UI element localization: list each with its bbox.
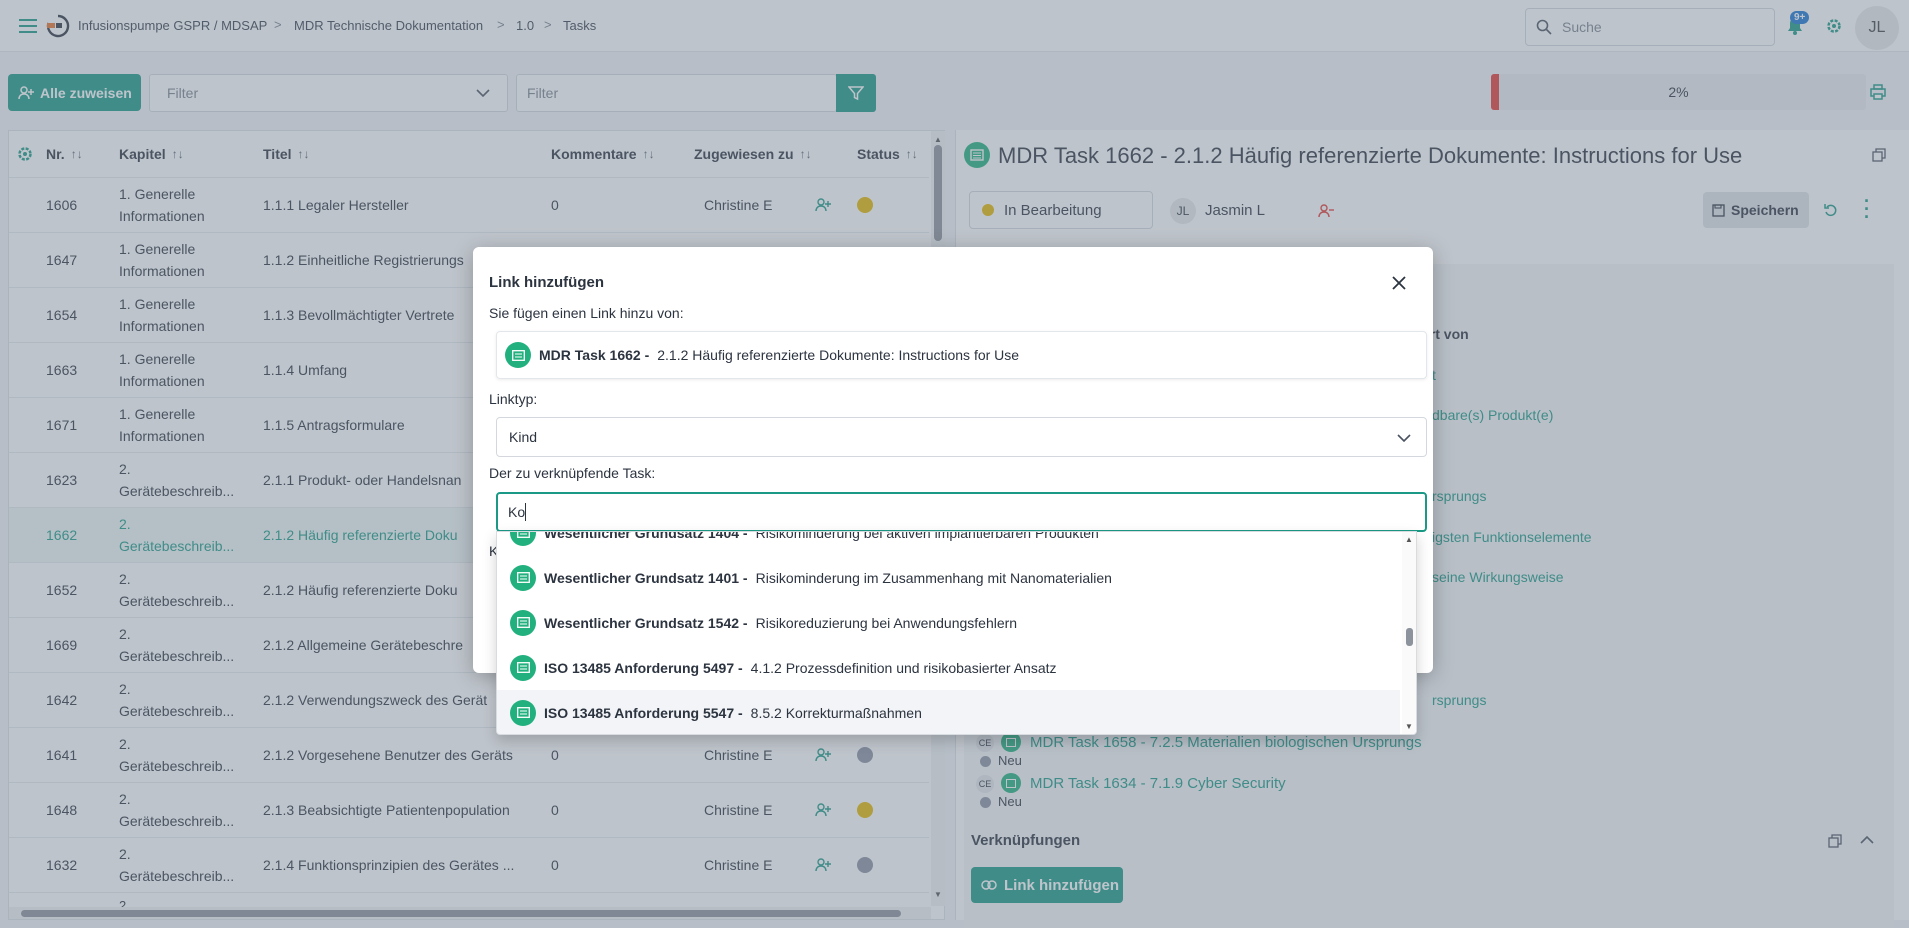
linktype-value: Kind bbox=[509, 429, 538, 445]
task-list-icon bbox=[510, 654, 536, 681]
autocomplete-option[interactable]: ISO 13485 Anforderung 5547 - 8.5.2 Korre… bbox=[497, 690, 1400, 734]
autocomplete-option[interactable]: Wesentlicher Grundsatz 1542 - Risikoredu… bbox=[497, 600, 1400, 645]
option-title: Risikoreduzierung bei Anwendungsfehlern bbox=[755, 614, 1018, 631]
autocomplete-option[interactable]: ISO 13485 Anforderung 5497 - 4.1.2 Proze… bbox=[497, 645, 1400, 690]
from-label: Sie fügen einen Link hinzu von: bbox=[489, 305, 684, 321]
option-id: ISO 13485 Anforderung 5547 - bbox=[544, 704, 743, 721]
autocomplete-option[interactable]: Wesentlicher Grundsatz 1404 - Risikomind… bbox=[497, 531, 1400, 555]
task-field-label: Der zu verknüpfende Task: bbox=[489, 465, 656, 481]
task-list-icon bbox=[510, 699, 536, 726]
option-id: ISO 13485 Anforderung 5497 - bbox=[544, 659, 743, 676]
option-id: Wesentlicher Grundsatz 1401 - bbox=[544, 569, 748, 586]
scrollbar-thumb[interactable] bbox=[1406, 628, 1413, 646]
close-icon[interactable] bbox=[1390, 274, 1408, 292]
task-list-icon bbox=[510, 609, 536, 636]
dropdown-scrollbar[interactable]: ▲ ▼ bbox=[1402, 532, 1416, 734]
option-id: Wesentlicher Grundsatz 1542 - bbox=[544, 614, 748, 631]
linktype-label: Linktyp: bbox=[489, 391, 538, 407]
option-title: Risikominderung bei aktiven implantierba… bbox=[755, 531, 1099, 541]
task-autocomplete-list: Wesentlicher Grundsatz 1404 - Risikomind… bbox=[496, 531, 1417, 735]
linktype-select[interactable]: Kind bbox=[496, 417, 1427, 457]
chevron-down-icon bbox=[1397, 434, 1411, 442]
option-title: Risikominderung im Zusammenhang mit Nano… bbox=[755, 569, 1112, 586]
task-search-value: Ko bbox=[508, 504, 526, 520]
source-task-id: MDR Task 1662 - bbox=[539, 347, 650, 363]
autocomplete-option[interactable]: Wesentlicher Grundsatz 1401 - Risikomind… bbox=[497, 555, 1400, 600]
option-title: 4.1.2 Prozessdefinition und risikobasier… bbox=[750, 659, 1057, 676]
task-list-icon bbox=[510, 532, 536, 546]
scroll-up-icon[interactable]: ▲ bbox=[1405, 535, 1413, 544]
source-task-title: 2.1.2 Häufig referenzierte Dokumente: In… bbox=[657, 347, 1020, 363]
task-list-icon bbox=[505, 342, 531, 368]
source-task-card: MDR Task 1662 - 2.1.2 Häufig referenzier… bbox=[496, 331, 1427, 379]
dialog-title: Link hinzufügen bbox=[489, 274, 604, 291]
text-cursor bbox=[525, 503, 526, 521]
scroll-down-icon[interactable]: ▼ bbox=[1405, 722, 1413, 731]
option-title: 8.5.2 Korrekturmaßnahmen bbox=[750, 704, 922, 721]
task-search-input[interactable]: Ko bbox=[496, 492, 1427, 532]
option-id: Wesentlicher Grundsatz 1404 - bbox=[544, 531, 748, 541]
task-list-icon bbox=[510, 564, 536, 591]
